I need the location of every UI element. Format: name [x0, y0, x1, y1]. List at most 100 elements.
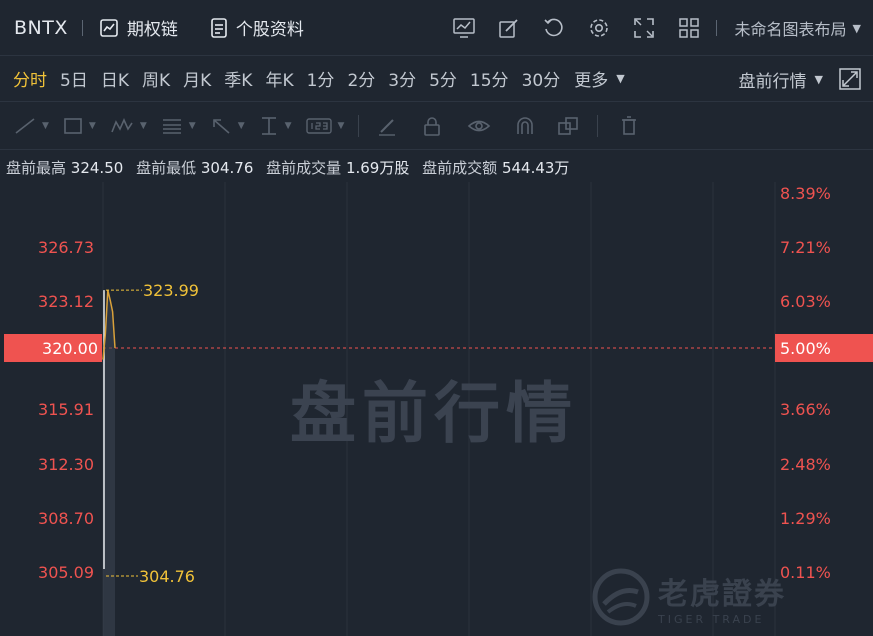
- price-tick-label: 315.91: [38, 400, 94, 419]
- edit-icon[interactable]: [487, 0, 532, 56]
- options-chain-label: 期权链: [126, 20, 178, 40]
- stock-profile-label: 个股资料: [235, 20, 304, 40]
- percent-tick-label: 0.11%: [780, 563, 831, 582]
- chart-box-icon: [100, 18, 118, 37]
- tab-period-1[interactable]: 5日: [60, 66, 88, 91]
- layout-name: 未命名图表布局: [734, 20, 847, 39]
- wave-tool[interactable]: ▼: [110, 102, 147, 150]
- caret-down-icon: ▼: [284, 120, 292, 131]
- rectangle-tool[interactable]: ▼: [63, 102, 96, 150]
- percent-tick-label: 7.21%: [780, 238, 831, 257]
- brush-icon: [379, 118, 396, 136]
- layers-tool[interactable]: [557, 102, 579, 150]
- percent-tick-label: 8.39%: [780, 184, 831, 203]
- price-tick-label: 326.73: [38, 238, 94, 257]
- amount-label: 盘前成交额: [422, 159, 498, 177]
- divider: [358, 114, 360, 137]
- stock-profile-button[interactable]: 个股资料: [210, 15, 304, 40]
- trend-line-icon: [15, 117, 35, 134]
- delete-tool[interactable]: [620, 102, 638, 150]
- gear-icon[interactable]: [577, 0, 622, 56]
- brush-tool[interactable]: [377, 102, 397, 150]
- high-marker-label: 323.99: [143, 281, 199, 300]
- number-label-icon: [305, 117, 332, 134]
- lock-icon: [424, 116, 441, 136]
- caret-down-icon: ▼: [139, 120, 147, 131]
- logo-text-en: TIGER TRADE: [658, 612, 765, 626]
- logo-text-cn: 老虎證券: [658, 576, 786, 612]
- low-marker-label: 304.76: [139, 567, 195, 586]
- indicator-icon[interactable]: [442, 0, 487, 56]
- drawing-toolbar: ▼ ▼ ▼ ▼ ▼ ▼ ▼: [0, 102, 873, 150]
- caret-down-icon: ▼: [237, 120, 245, 131]
- wave-pattern-icon: [111, 117, 133, 132]
- session-selector[interactable]: 盘前行情 ▼: [739, 56, 823, 102]
- tab-period-6[interactable]: 年K: [265, 66, 293, 91]
- more-label: 更多: [574, 71, 609, 91]
- magnet-tool[interactable]: [515, 102, 535, 150]
- fullscreen-icon[interactable]: [622, 0, 667, 56]
- magnet-icon: [517, 116, 534, 134]
- low-value: 304.76: [200, 159, 254, 177]
- arrow-icon: [212, 118, 230, 134]
- tab-period-7[interactable]: 1分: [307, 66, 335, 91]
- premarket-summary: 盘前最高 324.50 盘前最低 304.76 盘前成交量 1.69万股 盘前成…: [6, 157, 577, 178]
- session-watermark: 盘前行情: [290, 375, 578, 452]
- price-tick-label: 312.30: [38, 455, 94, 474]
- price-range-tool[interactable]: ▼: [259, 102, 292, 150]
- visibility-tool[interactable]: [467, 102, 491, 150]
- low-label: 盘前最低: [136, 159, 197, 177]
- price-tick-label: 308.70: [38, 509, 94, 528]
- tab-period-11[interactable]: 15分: [470, 66, 509, 91]
- text-label-tool[interactable]: ▼: [305, 102, 345, 150]
- arrow-tool[interactable]: ▼: [210, 102, 245, 150]
- percent-tick-label: 2.48%: [780, 455, 831, 474]
- caret-down-icon: ▼: [616, 72, 625, 85]
- reference-percent-label: 5.00%: [780, 339, 831, 358]
- caret-down-icon: ▼: [814, 72, 823, 86]
- amount-value: 544.43万: [501, 159, 570, 177]
- options-chain-button[interactable]: 期权链: [99, 15, 178, 40]
- caret-down-icon: ▼: [852, 21, 861, 35]
- eye-icon: [468, 120, 491, 131]
- tab-period-5[interactable]: 季K: [224, 66, 252, 91]
- percent-tick-label: 6.03%: [780, 292, 831, 311]
- price-tick-label: 323.12: [38, 292, 94, 311]
- tab-period-3[interactable]: 周K: [142, 66, 170, 91]
- high-label: 盘前最高: [6, 159, 67, 177]
- divider: [597, 114, 599, 137]
- volume-label: 盘前成交量: [266, 159, 342, 177]
- expand-icon[interactable]: [839, 68, 861, 90]
- tab-period-9[interactable]: 3分: [388, 66, 416, 91]
- reference-price-label: 320.00: [42, 339, 98, 358]
- lock-tool[interactable]: [423, 102, 441, 150]
- tab-period-8[interactable]: 2分: [347, 66, 375, 91]
- layers-icon: [558, 116, 579, 135]
- period-tabs: 分时 5日 日K 周K 月K 季K 年K 1分 2分 3分 5分 15分 30分…: [0, 56, 873, 102]
- price-tick-label: 305.09: [38, 563, 94, 582]
- layout-selector[interactable]: 未命名图表布局 ▼: [735, 16, 861, 40]
- tab-period-12[interactable]: 30分: [522, 66, 561, 91]
- percent-tick-label: 1.29%: [780, 509, 831, 528]
- top-toolbar: BNTX 期权链 个股资料 未命名图表布局 ▼: [0, 0, 873, 56]
- top-icon-group: 未命名图表布局 ▼: [442, 0, 873, 56]
- price-range-icon: [261, 116, 276, 135]
- refresh-icon[interactable]: [532, 0, 577, 56]
- tab-period-4[interactable]: 月K: [183, 66, 211, 91]
- tab-period-10[interactable]: 5分: [429, 66, 457, 91]
- grid-layout-icon[interactable]: [667, 0, 712, 56]
- document-icon: [211, 17, 227, 38]
- high-value: 324.50: [70, 159, 124, 177]
- percent-tick-label: 3.66%: [780, 400, 831, 419]
- tab-period-2[interactable]: 日K: [101, 66, 129, 91]
- fibonacci-icon: [162, 118, 181, 134]
- trash-icon: [622, 115, 637, 135]
- volume-value: 1.69万股: [345, 159, 410, 177]
- tab-period-0[interactable]: 分时: [13, 66, 47, 91]
- session-label: 盘前行情: [738, 71, 807, 92]
- line-tool[interactable]: ▼: [14, 102, 49, 150]
- tiger-logo-icon: [592, 568, 650, 626]
- fibonacci-tool[interactable]: ▼: [161, 102, 196, 150]
- more-periods-button[interactable]: 更多 ▼: [574, 66, 624, 91]
- caret-down-icon: ▼: [337, 120, 345, 131]
